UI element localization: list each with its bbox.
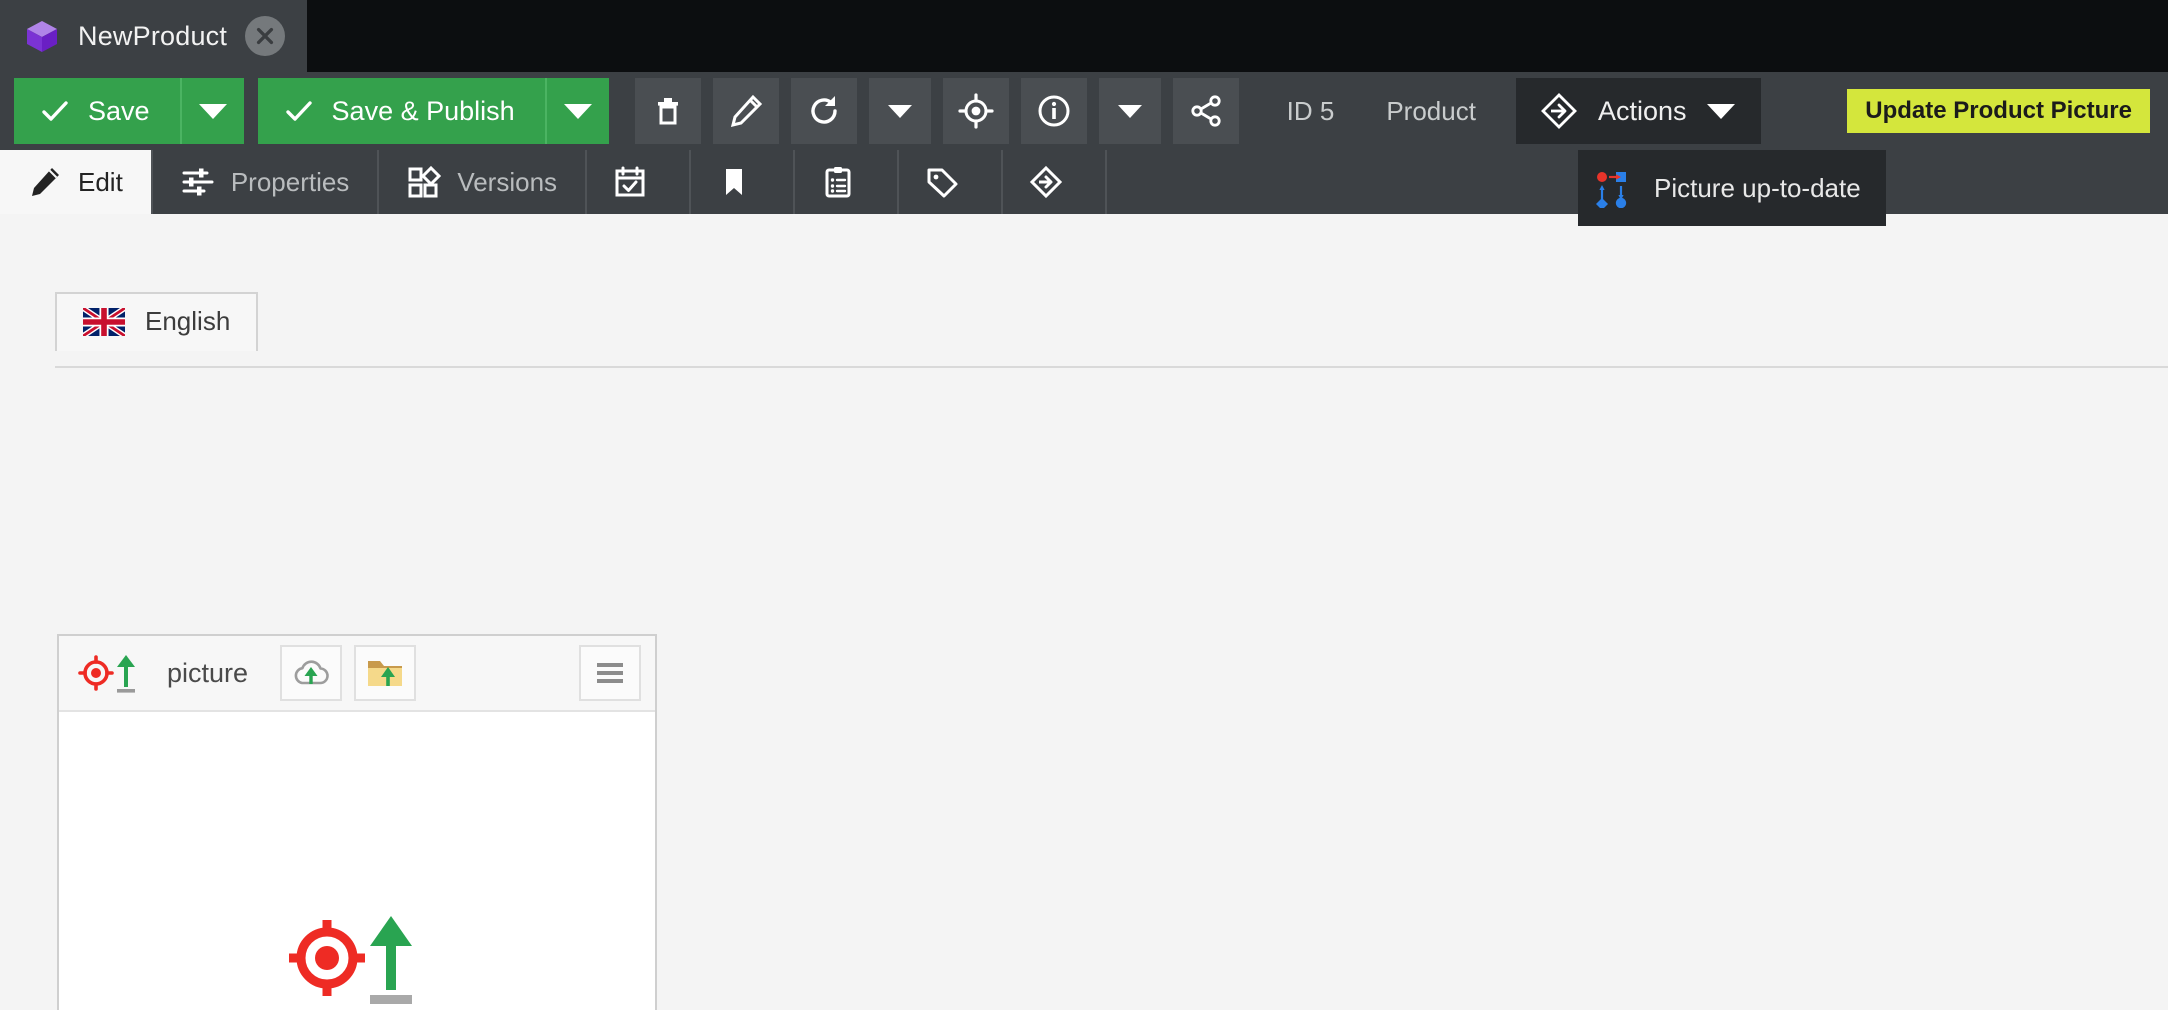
chevron-down-icon (888, 105, 912, 118)
tab-properties[interactable]: Properties (153, 150, 380, 214)
language-tab-strip: English (55, 292, 258, 351)
main-toolbar: Save Save & Publish (0, 72, 2168, 150)
info-dropdown-button[interactable] (1099, 78, 1161, 144)
delete-button[interactable] (635, 78, 701, 144)
lang-tab-label: English (145, 306, 230, 337)
target-button[interactable] (943, 78, 1009, 144)
folder-upload-button[interactable] (354, 645, 416, 701)
menu-item-label: Picture up-to-date (1654, 173, 1861, 204)
cloud-upload-button[interactable] (280, 645, 342, 701)
toolbar-spacer (1761, 78, 1848, 144)
tab-tags[interactable] (899, 150, 1003, 214)
save-and-publish-button-label: Save & Publish (332, 96, 515, 127)
workflow-diamond-icon (1540, 92, 1578, 130)
workflow-diamond-icon (1029, 165, 1063, 199)
info-icon (1036, 93, 1072, 129)
picture-field-card: picture (57, 634, 657, 1010)
cube-icon (24, 18, 60, 54)
close-icon[interactable] (245, 16, 285, 56)
tag-icon (925, 165, 959, 199)
pencil-icon (28, 165, 62, 199)
versions-icon (407, 165, 441, 199)
share-button[interactable] (1173, 78, 1239, 144)
target-icon (958, 93, 994, 129)
actions-button[interactable]: Actions (1516, 78, 1761, 144)
cloud-upload-icon (290, 652, 332, 694)
chevron-down-icon (564, 104, 592, 119)
workflow-state-icon (1592, 168, 1632, 208)
refresh-icon (806, 93, 842, 129)
actions-dropdown-menu: Picture up-to-date (1578, 150, 1886, 226)
save-publish-button-group: Save & Publish (258, 78, 609, 144)
tab-edit-label: Edit (78, 167, 123, 198)
picture-field-label: picture (167, 658, 248, 689)
save-button[interactable]: Save (14, 78, 180, 144)
check-icon (40, 96, 70, 126)
edit-button[interactable] (713, 78, 779, 144)
tab-versions[interactable]: Versions (379, 150, 587, 214)
tab-tasks[interactable] (587, 150, 691, 214)
info-button[interactable] (1021, 78, 1087, 144)
folder-upload-icon (364, 652, 406, 694)
menu-item-picture-up-to-date[interactable]: Picture up-to-date (1578, 158, 1886, 218)
calendar-check-icon (613, 165, 647, 199)
update-product-picture-button[interactable]: Update Product Picture (1847, 89, 2150, 133)
tab-bookmarks[interactable] (691, 150, 795, 214)
save-and-publish-dropdown-button[interactable] (545, 78, 609, 144)
window-title: NewProduct (78, 21, 227, 52)
actions-button-label: Actions (1598, 96, 1687, 127)
trash-icon (650, 93, 686, 129)
tab-versions-label: Versions (457, 167, 557, 198)
window-tab[interactable]: NewProduct (0, 0, 307, 72)
save-and-publish-button[interactable]: Save & Publish (258, 78, 545, 144)
record-id: ID 5 (1261, 78, 1361, 144)
check-icon (284, 96, 314, 126)
pencil-icon (728, 93, 764, 129)
close-glyph (254, 25, 276, 47)
lang-tab-english[interactable]: English (55, 292, 258, 351)
refresh-dropdown-button[interactable] (869, 78, 931, 144)
picture-field-header: picture (59, 636, 655, 712)
field-menu-button[interactable] (579, 645, 641, 701)
picture-dropzone[interactable] (59, 712, 655, 1010)
uk-flag-icon (83, 308, 125, 336)
clipboard-list-icon (821, 165, 855, 199)
save-button-label: Save (88, 96, 150, 127)
tab-edit[interactable]: Edit (0, 150, 153, 214)
share-icon (1188, 93, 1224, 129)
sliders-icon (181, 165, 215, 199)
chevron-down-icon (1707, 104, 1735, 119)
refresh-button[interactable] (791, 78, 857, 144)
tab-properties-label: Properties (231, 167, 350, 198)
chevron-down-icon (1118, 105, 1142, 118)
target-upload-icon (77, 651, 143, 695)
save-dropdown-button[interactable] (180, 78, 244, 144)
bookmark-icon (717, 165, 751, 199)
content-area: English picture (0, 214, 2168, 1010)
save-button-group: Save (14, 78, 244, 144)
chevron-down-icon (199, 104, 227, 119)
record-type: Product (1360, 78, 1502, 144)
tab-clipboard[interactable] (795, 150, 899, 214)
hamburger-icon (589, 652, 631, 694)
language-tab-underline (55, 366, 2168, 368)
tab-workflow[interactable] (1003, 150, 1107, 214)
target-upload-icon (287, 908, 427, 1008)
title-bar: NewProduct (0, 0, 2168, 72)
